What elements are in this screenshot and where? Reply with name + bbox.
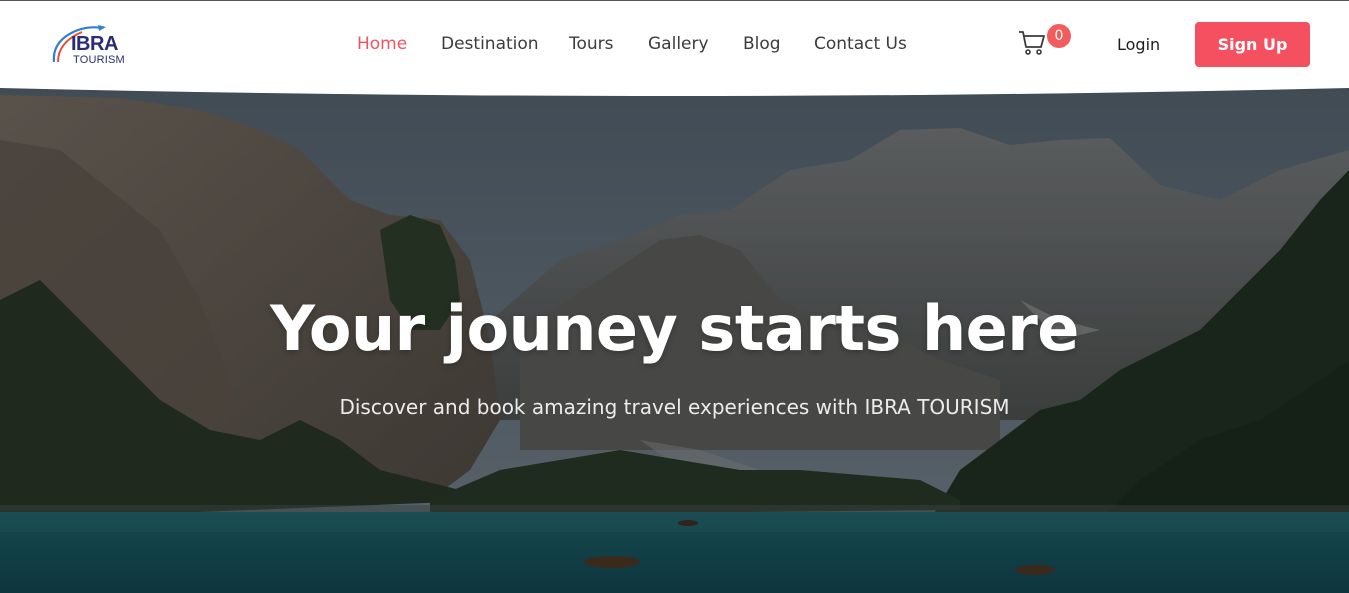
- cart-count-badge: 0: [1047, 24, 1071, 48]
- nav-item-destination[interactable]: Destination: [441, 34, 539, 54]
- ibra-tourism-logo[interactable]: IBRA TOURISM: [48, 22, 128, 68]
- shopping-cart-icon[interactable]: [1017, 29, 1047, 57]
- hero-title: Your jouney starts here: [270, 292, 1079, 365]
- nav-item-gallery[interactable]: Gallery: [648, 34, 709, 54]
- nav-item-home[interactable]: Home: [357, 34, 407, 54]
- nav-item-contact-us[interactable]: Contact Us: [814, 34, 907, 54]
- logo-text-sub: TOURISM: [73, 54, 125, 66]
- nav-item-blog[interactable]: Blog: [743, 34, 781, 54]
- hero-subtitle: Discover and book amazing travel experie…: [339, 395, 1010, 419]
- header-top-border: [0, 0, 1349, 1]
- logo-text-main: IBRA: [71, 33, 118, 55]
- nav-item-tours[interactable]: Tours: [569, 34, 614, 54]
- sign-up-button[interactable]: Sign Up: [1195, 22, 1310, 67]
- login-link[interactable]: Login: [1117, 35, 1160, 54]
